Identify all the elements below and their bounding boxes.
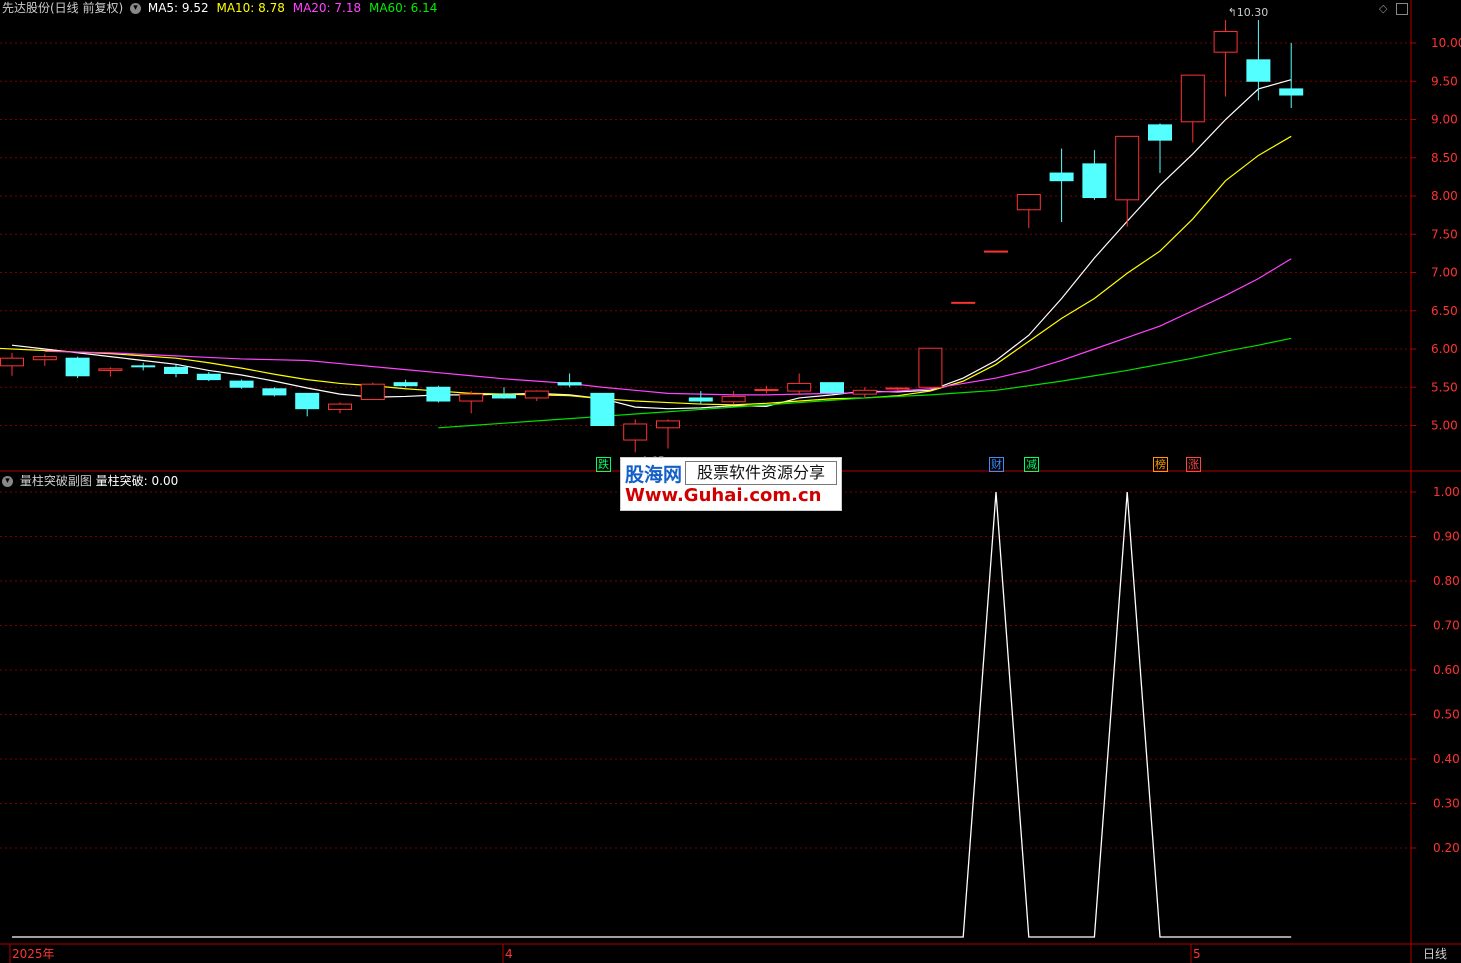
watermark-tagline: 股票软件资源分享 <box>685 461 837 485</box>
ma20-label: MA20: <box>292 1 331 15</box>
candle-body <box>984 250 1008 253</box>
main-y-tick-label: 6.50 <box>1431 304 1458 318</box>
marker-finance[interactable]: 财 <box>989 457 1004 472</box>
candle-body <box>754 389 779 392</box>
ma10-value: 8.78 <box>258 1 285 15</box>
ma5-value: 9.52 <box>181 1 209 15</box>
candle-body <box>787 382 812 392</box>
period-label: 日线 <box>1423 947 1447 961</box>
chevron-down-icon[interactable]: ▾ <box>2 476 13 487</box>
watermark: 股海网 股票软件资源分享 Www.Guhai.com.cn <box>620 457 842 511</box>
candle-body <box>1246 59 1271 82</box>
candle-body <box>1213 31 1238 53</box>
stock-title[interactable]: 先达股份(日线 前复权) <box>2 1 123 15</box>
sub-y-tick-label: 0.50 <box>1433 708 1460 722</box>
candle-body <box>98 368 123 371</box>
main-y-tick-label: 8.00 <box>1431 189 1458 203</box>
candle-body <box>524 390 549 399</box>
sub-y-tick-label: 0.40 <box>1433 752 1460 766</box>
candle-body <box>623 423 648 441</box>
ma-line-ma5 <box>11 79 1292 410</box>
sub-y-tick-label: 0.30 <box>1433 797 1460 811</box>
sub-y-axis: 1.00 0.90 0.80 0.70 0.60 0.50 0.40 0.30 0.20 <box>1411 485 1460 855</box>
candle-body <box>328 403 352 410</box>
candle-body <box>459 393 484 402</box>
sub-chart-header: ▾ 量柱突破副图 量柱突破: 0.00 <box>2 473 178 489</box>
moving-average-lines <box>0 79 1292 429</box>
candle-body <box>0 357 24 367</box>
ma10-label: MA10: <box>216 1 255 15</box>
main-y-tick-label: 6.00 <box>1431 342 1458 356</box>
marker-fall[interactable]: 跌 <box>596 457 611 472</box>
x-tick-label: 4 <box>505 947 513 961</box>
candle-body <box>262 388 287 396</box>
sub-y-tick-label: 0.80 <box>1433 574 1460 588</box>
candle-body <box>492 394 516 399</box>
candle-body <box>1279 88 1304 96</box>
candle-body <box>590 392 615 426</box>
diamond-icon[interactable]: ◇ <box>1379 2 1387 15</box>
candle-body <box>820 382 844 394</box>
square-icon[interactable] <box>1396 3 1408 15</box>
candle-body <box>951 301 976 304</box>
x-tick-label: 5 <box>1193 947 1201 961</box>
indicator-value: 0.00 <box>151 474 179 488</box>
candle-body <box>393 382 418 387</box>
main-chart-header: 先达股份(日线 前复权) ▾ MA5: 9.52 MA10: 8.78 MA20… <box>2 0 437 16</box>
candle-body <box>1082 163 1107 199</box>
sub-y-tick-label: 0.90 <box>1433 530 1460 544</box>
marker-list[interactable]: 榜 <box>1153 457 1168 472</box>
candle-body <box>656 420 680 429</box>
candle-body <box>557 382 582 386</box>
main-y-axis: 10.00 9.50 9.00 8.50 8.00 7.50 7.00 6.50 6.00 5.5… <box>1411 36 1461 433</box>
candle-body <box>1180 74 1205 123</box>
watermark-url: Www.Guhai.com.cn <box>625 485 822 506</box>
candle-body <box>295 392 320 410</box>
marker-rise[interactable]: 涨 <box>1186 457 1201 472</box>
candle-body <box>131 365 156 368</box>
candle-body <box>1016 193 1041 211</box>
candle-body <box>885 387 910 390</box>
candle-body <box>229 380 254 388</box>
main-y-tick-label: 8.50 <box>1431 151 1458 165</box>
watermark-brand: 股海网 <box>625 464 683 486</box>
candle-body <box>1148 124 1172 141</box>
candle-body <box>1049 172 1074 182</box>
main-y-tick-label: 5.00 <box>1431 419 1458 433</box>
chevron-down-icon[interactable]: ▾ <box>130 3 142 14</box>
sub-y-tick-label: 1.00 <box>1433 485 1460 499</box>
sub-y-tick-label: 0.20 <box>1433 841 1460 855</box>
main-y-tick-label: 9.50 <box>1431 74 1458 88</box>
candle-body <box>164 366 188 374</box>
candle-body <box>852 389 877 395</box>
main-y-tick-label: 9.00 <box>1431 113 1458 127</box>
main-y-tick-label: 10.00 <box>1431 36 1461 50</box>
indicator-label: 量柱突破: <box>95 474 148 488</box>
ma20-value: 7.18 <box>334 1 362 15</box>
candle-body <box>65 357 90 377</box>
candle-body <box>1115 135 1140 201</box>
sub-chart-title[interactable]: 量柱突破副图 <box>20 474 92 488</box>
main-y-tick-label: 7.00 <box>1431 266 1458 280</box>
ma60-label: MA60: <box>368 1 407 15</box>
main-y-tick-label: 7.50 <box>1431 227 1458 241</box>
candle-body <box>721 395 746 403</box>
sub-y-tick-label: 0.60 <box>1433 663 1460 677</box>
x-axis: 2025年 4 5 日线 <box>9 944 1447 963</box>
x-tick-label: 2025年 <box>12 947 55 961</box>
candle-body <box>918 347 943 388</box>
main-y-tick-label: 5.50 <box>1431 380 1458 394</box>
ma60-value: 6.14 <box>410 1 438 15</box>
high-price-label: ↰10.30 <box>1228 6 1269 19</box>
candle-body <box>32 356 57 361</box>
marker-reduce[interactable]: 减 <box>1024 457 1039 472</box>
sub-y-tick-label: 0.70 <box>1433 619 1460 633</box>
ma5-label: MA5: <box>147 1 179 15</box>
candle-body <box>360 383 385 400</box>
sub-gridlines <box>0 491 1411 849</box>
candle-body <box>196 373 221 381</box>
candle-body <box>688 397 713 402</box>
candle-body <box>426 386 451 402</box>
